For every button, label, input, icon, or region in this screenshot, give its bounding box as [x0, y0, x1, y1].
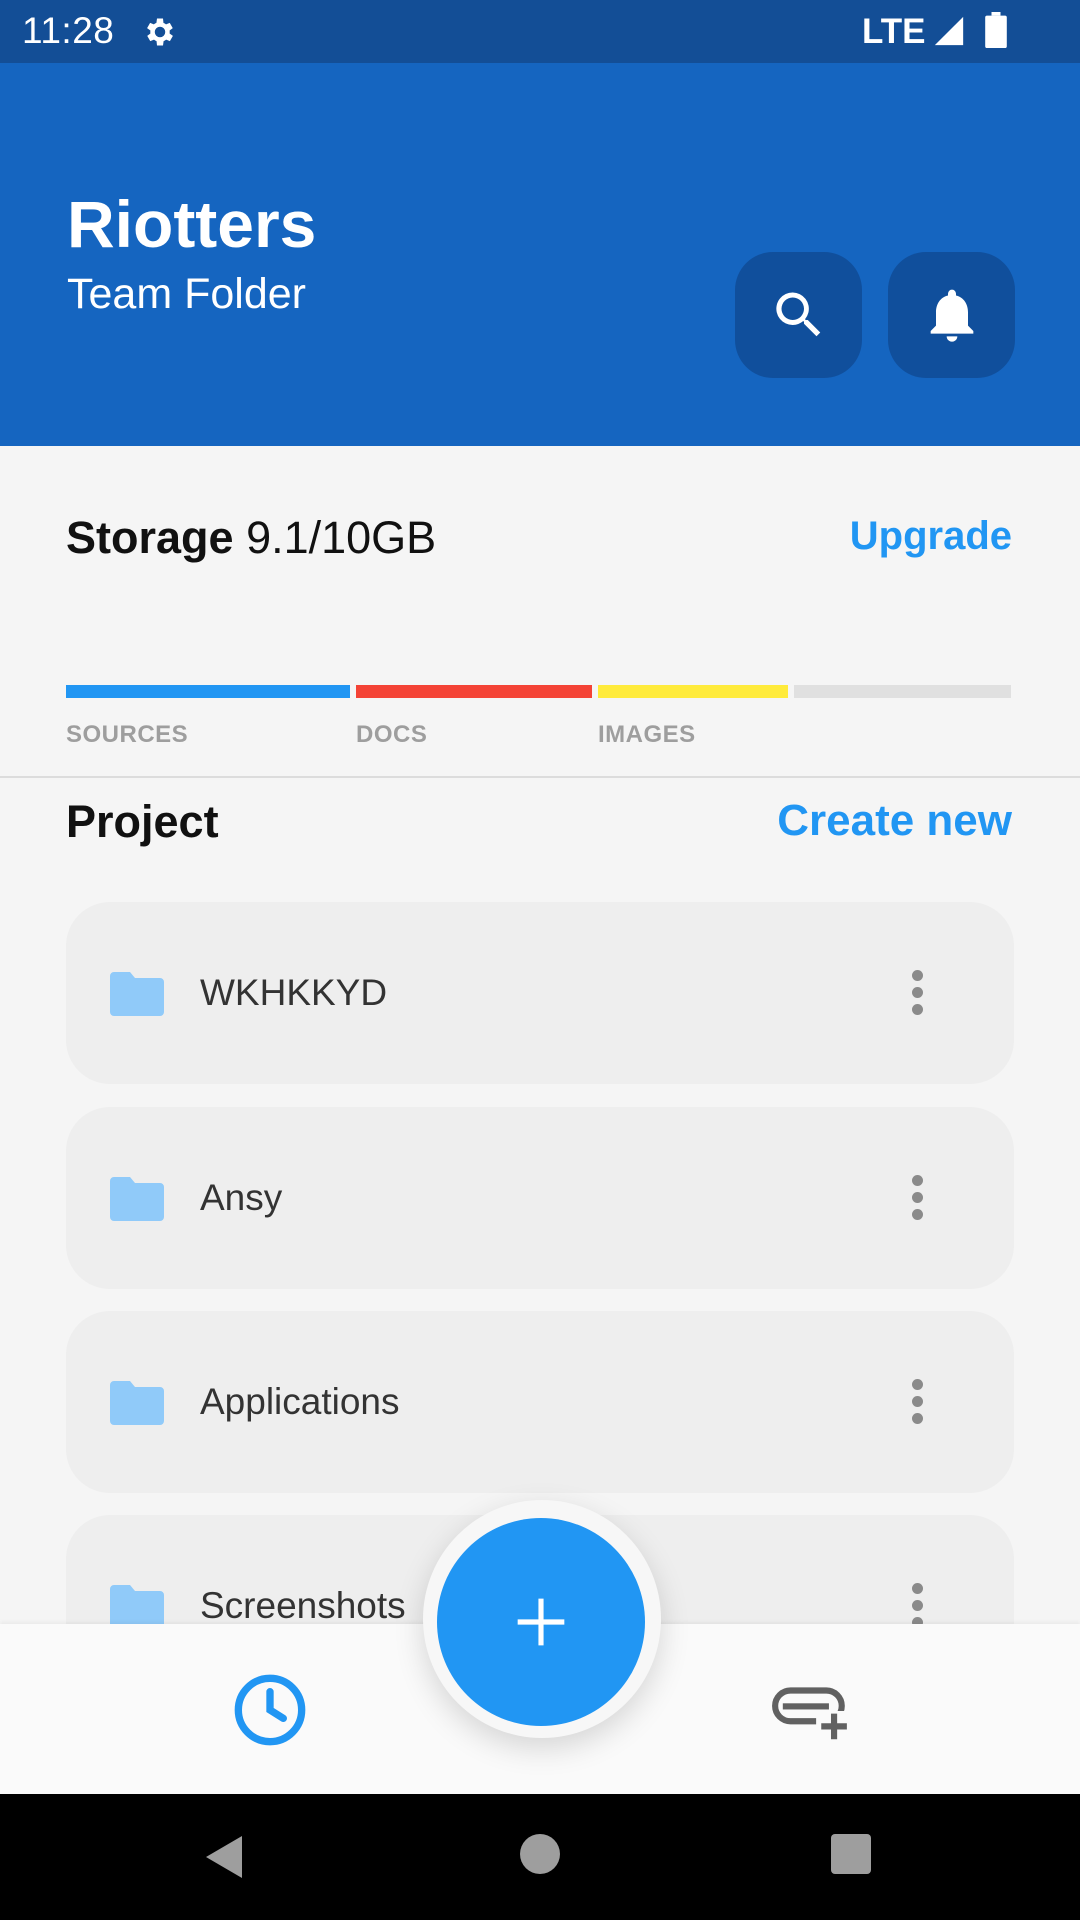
history-icon[interactable]: [230, 1670, 310, 1750]
storage-value: 9.1/10GB: [246, 512, 437, 563]
more-options-icon[interactable]: [910, 1175, 924, 1221]
more-options-icon[interactable]: [910, 970, 924, 1016]
status-bar: 11:28 LTE: [0, 0, 1080, 63]
notifications-button[interactable]: [888, 252, 1015, 378]
storage-bar-docs: [356, 685, 592, 698]
bell-icon: [930, 289, 973, 342]
back-icon[interactable]: [204, 1834, 244, 1880]
section-divider: [0, 776, 1080, 778]
more-options-icon[interactable]: [910, 1379, 924, 1425]
storage-bar-images: [598, 685, 788, 698]
battery-icon: [985, 12, 1007, 48]
home-icon[interactable]: [520, 1834, 560, 1874]
signal-icon: [934, 16, 964, 46]
folder-icon: [110, 1381, 164, 1425]
gear-icon: [147, 18, 173, 46]
folder-item[interactable]: WKHKKYD: [66, 902, 1014, 1084]
storage-label-docs: DOCS: [356, 721, 428, 748]
folder-name: Applications: [200, 1381, 400, 1422]
page-title: Riotters: [67, 187, 317, 261]
system-navigation: [0, 1794, 1080, 1920]
storage-bar-sources: [66, 685, 350, 698]
storage-title: Storage: [66, 512, 234, 563]
storage-label-images: IMAGES: [598, 721, 696, 748]
folder-name: WKHKKYD: [200, 972, 388, 1013]
add-button[interactable]: [437, 1518, 645, 1726]
folder-icon: [110, 972, 164, 1016]
status-time: 11:28: [22, 10, 115, 51]
search-icon: [775, 292, 820, 337]
upgrade-link[interactable]: Upgrade: [850, 514, 1012, 559]
folder-item[interactable]: Applications: [66, 1311, 1014, 1493]
folder-icon: [110, 1177, 164, 1221]
add-to-queue-icon[interactable]: [770, 1680, 852, 1742]
network-type: LTE: [862, 12, 926, 51]
storage-label: Storage 9.1/10GB: [66, 512, 436, 564]
folder-item[interactable]: Ansy: [66, 1107, 1014, 1289]
folder-icon: [110, 1585, 164, 1629]
folder-name: Ansy: [200, 1177, 283, 1218]
storage-label-sources: SOURCES: [66, 721, 189, 748]
folder-name: Screenshots: [200, 1585, 406, 1626]
more-options-icon[interactable]: [910, 1583, 924, 1629]
create-new-link[interactable]: Create new: [777, 796, 1012, 846]
search-button[interactable]: [735, 252, 862, 378]
storage-bar-free: [794, 685, 1011, 698]
section-title: Project: [66, 796, 219, 847]
page-subtitle: Team Folder: [67, 270, 306, 318]
recents-icon[interactable]: [831, 1834, 871, 1874]
add-icon: [517, 1598, 565, 1646]
